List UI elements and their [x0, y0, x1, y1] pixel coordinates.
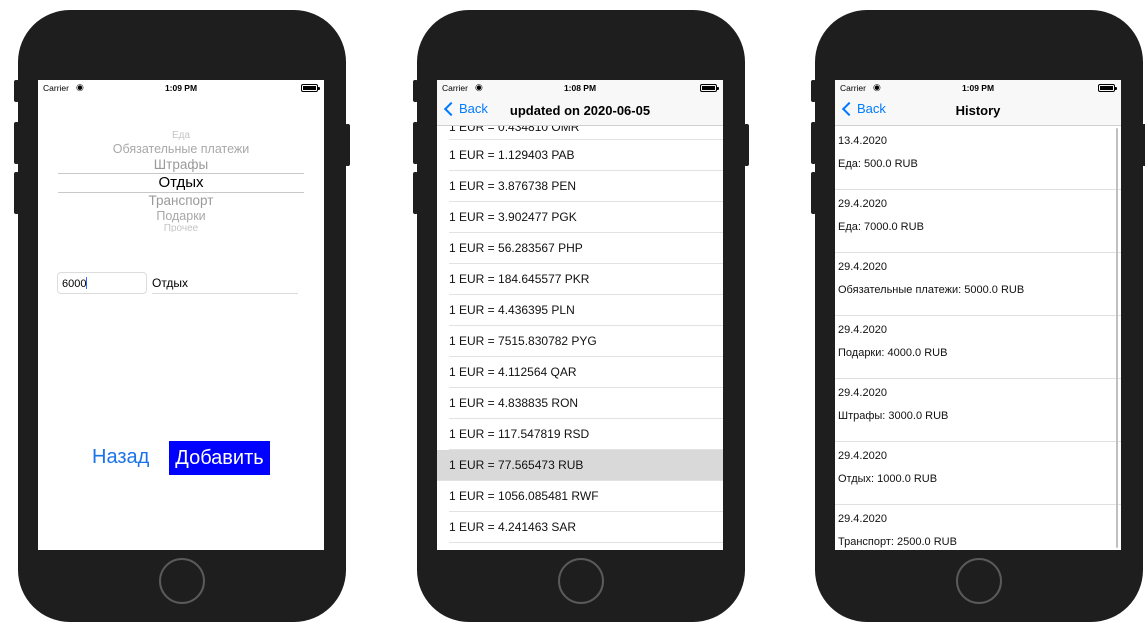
status-time: 1:08 PM	[563, 83, 597, 93]
history-item[interactable]: 29.4.2020 Отдых: 1000.0 RUB	[835, 442, 1121, 505]
nav-back-button[interactable]: Back	[841, 101, 886, 116]
navigation-bar: Back updated on 2020-06-05	[437, 96, 723, 126]
phone-entry: Carrier ◉ 1:09 PM Еда Обязательные плате…	[14, 10, 350, 622]
power-button	[744, 124, 749, 166]
volume-down-button	[14, 172, 19, 214]
list-item-selected[interactable]: 1 EUR = 77.565473 RUB	[437, 450, 723, 481]
text-cursor	[86, 277, 88, 289]
history-entry: Отдых: 1000.0 RUB	[838, 473, 938, 485]
status-time: 1:09 PM	[164, 83, 198, 93]
history-item[interactable]: 29.4.2020 Еда: 7000.0 RUB	[835, 190, 1121, 253]
status-bar: Carrier ◉ 1:09 PM	[835, 80, 1121, 96]
status-bar: Carrier ◉ 1:09 PM	[38, 80, 324, 96]
history-item[interactable]: 29.4.2020 Обязательные платежи: 5000.0 RU…	[835, 253, 1121, 316]
picker-option[interactable]: Обязательные платежи	[38, 142, 324, 156]
picker-selected-option[interactable]: Отдых	[38, 174, 324, 191]
list-item[interactable]: 1 EUR = 56.283567 PHP	[449, 233, 723, 264]
picker-option[interactable]: Штрафы	[38, 157, 324, 172]
picker-option[interactable]: Еда	[38, 130, 324, 141]
power-button	[345, 124, 350, 166]
back-button[interactable]: Назад	[92, 446, 149, 469]
mute-switch	[811, 80, 816, 102]
list-item[interactable]: 1 EUR = 3.902477 PGK	[449, 202, 723, 233]
rates-screen: Carrier ◉ 1:08 PM Back updated on 2020-0…	[437, 80, 723, 550]
mute-switch	[413, 80, 418, 102]
history-item[interactable]: 13.4.2020 Еда: 500.0 RUB	[835, 127, 1121, 190]
history-entry: Подарки: 4000.0 RUB	[838, 347, 948, 359]
history-entry: Еда: 500.0 RUB	[838, 158, 918, 170]
history-date: 13.4.2020	[838, 135, 887, 147]
phone-history: Carrier ◉ 1:09 PM Back History 13.4.2020…	[811, 10, 1145, 622]
amount-input[interactable]: 6000	[57, 272, 147, 294]
battery-icon	[1098, 84, 1117, 92]
history-entry: Еда: 7000.0 RUB	[838, 221, 924, 233]
add-button[interactable]: Добавить	[169, 441, 270, 475]
rates-list[interactable]: 1 EUR = 0.434810 OMR 1 EUR = 1.129403 PA…	[437, 126, 723, 543]
history-date: 29.4.2020	[838, 387, 887, 399]
battery-icon	[301, 84, 320, 92]
volume-down-button	[811, 172, 816, 214]
picker-option[interactable]: Транспорт	[38, 193, 324, 208]
nav-back-button[interactable]: Back	[443, 101, 488, 116]
list-item[interactable]: 1 EUR = 4.436395 PLN	[449, 295, 723, 326]
phone-rates: Carrier ◉ 1:08 PM Back updated on 2020-0…	[413, 10, 749, 622]
list-item[interactable]: 1 EUR = 4.838835 RON	[449, 388, 723, 419]
volume-up-button	[811, 122, 816, 164]
history-list[interactable]: 13.4.2020 Еда: 500.0 RUB 29.4.2020 Еда: 70…	[835, 127, 1121, 550]
list-item[interactable]: 1 EUR = 1056.085481 RWF	[449, 481, 723, 512]
scrollbar[interactable]	[1116, 128, 1118, 548]
status-time: 1:09 PM	[961, 83, 995, 93]
list-item[interactable]: 1 EUR = 7515.830782 PYG	[449, 326, 723, 357]
history-entry: Транспорт: 2500.0 RUB	[838, 536, 957, 548]
status-bar: Carrier ◉ 1:08 PM	[437, 80, 723, 96]
list-item[interactable]: 1 EUR = 184.645577 PKR	[449, 264, 723, 295]
list-item[interactable]: 1 EUR = 1.129403 PAB	[449, 140, 723, 171]
list-item[interactable]: 1 EUR = 4.112564 QAR	[449, 357, 723, 388]
volume-up-button	[413, 122, 418, 164]
history-entry: Штрафы: 3000.0 RUB	[838, 410, 949, 422]
history-date: 29.4.2020	[838, 450, 887, 462]
list-item[interactable]: 1 EUR = 3.876738 PEN	[449, 171, 723, 202]
category-field[interactable]: Отдых	[152, 274, 298, 294]
nav-back-label: Back	[857, 101, 886, 116]
list-item[interactable]: 1 EUR = 117.547819 RSD	[449, 419, 723, 450]
history-date: 29.4.2020	[838, 513, 887, 525]
chevron-left-icon	[443, 101, 459, 116]
picker-option[interactable]: Прочее	[38, 223, 324, 232]
history-date: 29.4.2020	[838, 324, 887, 336]
volume-down-button	[413, 172, 418, 214]
history-item[interactable]: 29.4.2020 Штрафы: 3000.0 RUB	[835, 379, 1121, 442]
list-item[interactable]: 1 EUR = 0.434810 OMR	[449, 126, 723, 140]
history-date: 29.4.2020	[838, 198, 887, 210]
navigation-bar: Back History	[835, 96, 1121, 126]
mute-switch	[14, 80, 19, 102]
history-item[interactable]: 29.4.2020 Подарки: 4000.0 RUB	[835, 316, 1121, 379]
picker-option[interactable]: Подарки	[38, 209, 324, 223]
history-entry: Обязательные платежи: 5000.0 RUB	[838, 284, 1025, 296]
nav-back-label: Back	[459, 101, 488, 116]
history-item[interactable]: 29.4.2020 Транспорт: 2500.0 RUB	[835, 505, 1121, 550]
home-button[interactable]	[159, 558, 205, 604]
volume-up-button	[14, 122, 19, 164]
list-item[interactable]: 1 EUR = 4.241463 SAR	[449, 512, 723, 543]
chevron-left-icon	[841, 101, 857, 116]
home-button[interactable]	[956, 558, 1002, 604]
entry-screen: Carrier ◉ 1:09 PM Еда Обязательные плате…	[38, 80, 324, 550]
history-date: 29.4.2020	[838, 261, 887, 273]
home-button[interactable]	[558, 558, 604, 604]
category-picker[interactable]: Еда Обязательные платежи Штрафы Отдых Тр…	[38, 128, 324, 238]
history-screen: Carrier ◉ 1:09 PM Back History 13.4.2020…	[835, 80, 1121, 550]
amount-value: 6000	[62, 278, 87, 290]
battery-icon	[700, 84, 719, 92]
